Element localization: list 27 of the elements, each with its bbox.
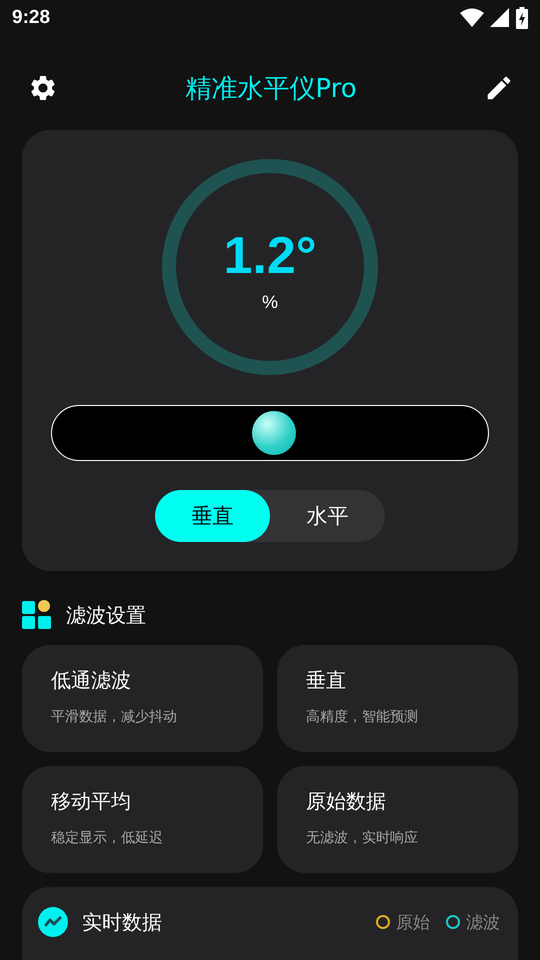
- unit-label: %: [262, 292, 278, 312]
- wifi-icon: [460, 8, 484, 28]
- section-title: 滤波设置: [66, 602, 146, 628]
- filter-title: 低通滤波: [51, 667, 132, 694]
- filter-title: 原始数据: [306, 788, 387, 815]
- angle-reading: 1.2°: [223, 230, 317, 282]
- mode-tab[interactable]: 垂直: [155, 490, 270, 542]
- signal-icon: [490, 8, 510, 28]
- filter-card[interactable]: 移动平均 稳定显示，低延迟: [22, 766, 263, 873]
- filter-description: 无滤波，实时响应: [306, 829, 419, 847]
- battery-icon: [516, 7, 528, 29]
- filter-description: 平滑数据，减少抖动: [51, 708, 178, 726]
- grid-icon: [22, 600, 52, 630]
- filter-description: 稳定显示，低延迟: [51, 829, 164, 847]
- filter-description: 高精度，智能预测: [306, 708, 419, 726]
- filter-card[interactable]: 低通滤波 平滑数据，减少抖动: [22, 645, 263, 752]
- mode-tab[interactable]: 水平: [270, 490, 385, 542]
- clock: 9:28: [12, 7, 50, 29]
- app-title: 精准水平仪Pro: [185, 72, 357, 106]
- filter-card[interactable]: 垂直 高精度，智能预测: [277, 645, 518, 752]
- chart-icon: [38, 907, 68, 937]
- card-title: 实时数据: [82, 908, 163, 936]
- filter-title: 垂直: [306, 667, 347, 694]
- legend-label: 原始: [396, 912, 430, 934]
- filter-title: 移动平均: [51, 788, 132, 815]
- legend-label: 滤波: [466, 912, 500, 934]
- filter-card[interactable]: 原始数据 无滤波，实时响应: [277, 766, 518, 873]
